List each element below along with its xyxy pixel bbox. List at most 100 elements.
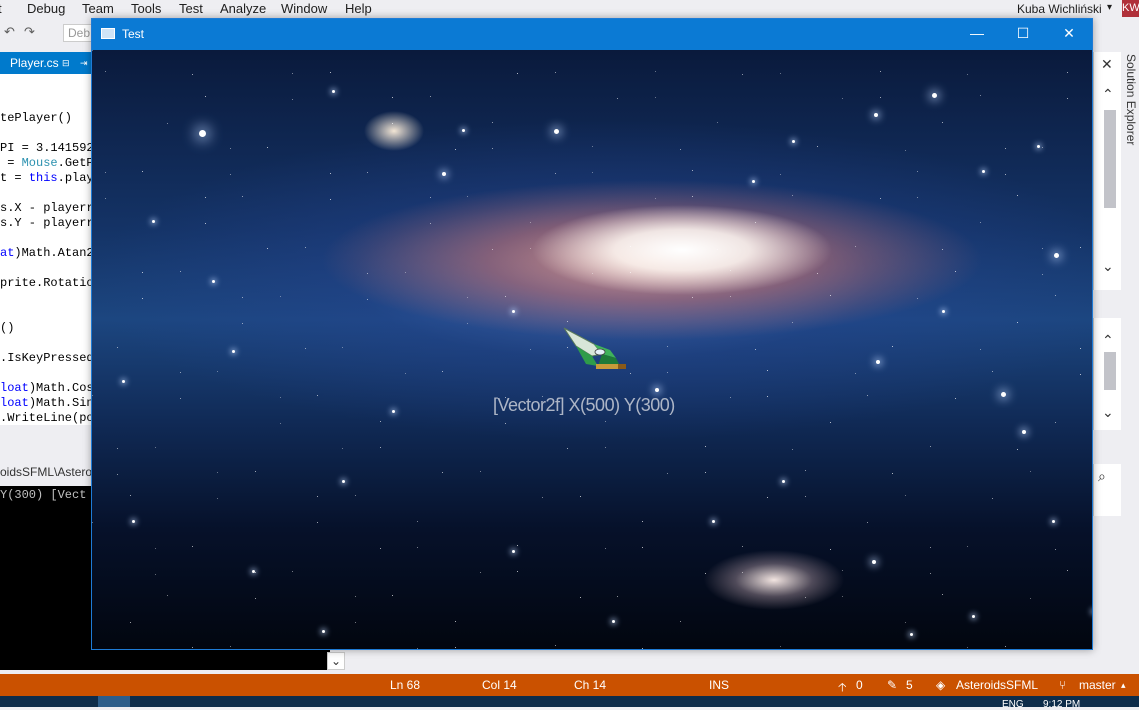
code-line[interactable]: tePlayer() <box>0 111 72 125</box>
star <box>232 350 235 353</box>
code-line[interactable]: s.X - playerrot <box>0 201 95 215</box>
scroll-down-button[interactable]: ⌄ <box>327 652 345 670</box>
menu-test[interactable]: Test <box>179 1 203 16</box>
menu-help[interactable]: Help <box>345 1 372 16</box>
star <box>355 622 356 623</box>
code-line[interactable]: at)Math.Atan2(d <box>0 246 95 260</box>
star <box>155 548 156 549</box>
scroll-down-icon[interactable]: ⌄ <box>1102 258 1114 275</box>
code-line[interactable]: t = this.player <box>0 171 95 185</box>
star <box>292 99 293 100</box>
scroll-up-icon[interactable]: ⌃ <box>1102 86 1114 103</box>
star <box>130 495 131 496</box>
code-line[interactable]: PI = 3.14159265 <box>0 141 95 155</box>
user-name[interactable]: Kuba Wichliński <box>1017 2 1102 16</box>
branch-icon[interactable]: ⑂ <box>1059 678 1066 692</box>
solution-explorer-panel: ✕ ⌃ ⌄ <box>1093 52 1121 290</box>
redo-icon[interactable]: ↷ <box>24 24 35 40</box>
star <box>212 280 215 283</box>
menu-window[interactable]: Window <box>281 1 327 16</box>
tab-player-cs[interactable]: Player.cs ⊟ ⇥ <box>0 52 92 74</box>
branch-name[interactable]: master <box>1079 678 1116 692</box>
star <box>105 71 106 72</box>
star <box>455 621 456 622</box>
star <box>755 222 756 223</box>
taskbar-language[interactable]: ENG <box>1002 699 1024 710</box>
scroll-up-icon[interactable]: ⌃ <box>1102 332 1114 349</box>
window-title-bar[interactable]: Test — ☐ ✕ <box>92 19 1092 50</box>
game-canvas[interactable]: [Vector2f] X(500) Y(300) <box>92 50 1092 649</box>
taskbar-clock[interactable]: 9:12 PM <box>1043 699 1080 710</box>
code-line[interactable]: .IsKeyPressed(K <box>0 351 95 365</box>
star <box>780 73 781 74</box>
close-button[interactable]: ✕ <box>1046 19 1092 50</box>
tab-overflow-icon[interactable]: ⇥ <box>80 52 88 74</box>
star <box>305 247 306 248</box>
console-line: Y(300) [Vect <box>0 488 86 502</box>
star <box>462 129 465 132</box>
star <box>605 421 606 422</box>
star <box>667 372 668 373</box>
code-line[interactable]: .WriteLine(pot <box>0 411 95 425</box>
star <box>630 246 631 247</box>
star <box>767 370 768 371</box>
changes-count[interactable]: 5 <box>906 678 913 692</box>
code-line[interactable]: = Mouse.GetPos <box>0 156 95 170</box>
scroll-down-icon[interactable]: ⌄ <box>1102 404 1114 421</box>
star <box>1042 147 1043 148</box>
menu-tools[interactable]: Tools <box>131 1 161 16</box>
solution-explorer-label[interactable]: Solution Explorer <box>1124 54 1138 145</box>
star <box>330 72 331 73</box>
menu-analyze[interactable]: Analyze <box>220 1 266 16</box>
star <box>830 422 831 423</box>
menu-file[interactable]: t <box>0 1 2 16</box>
code-editor[interactable]: tePlayer() PI = 3.14159265 = Mouse.GetPos… <box>0 74 95 425</box>
code-line[interactable]: loat)Math.Cos(D <box>0 381 95 395</box>
star <box>217 371 218 372</box>
star <box>512 310 515 313</box>
status-char[interactable]: Ch 14 <box>574 678 606 692</box>
code-line[interactable]: s.Y - playerrot <box>0 216 95 230</box>
star <box>917 171 918 172</box>
unpushed-count[interactable]: 0 <box>856 678 863 692</box>
repository-name[interactable]: AsteroidsSFML <box>956 678 1038 692</box>
code-line[interactable]: () <box>0 321 14 335</box>
star <box>742 572 743 573</box>
star <box>555 173 556 174</box>
star <box>567 321 568 322</box>
star <box>712 520 715 523</box>
maximize-button[interactable]: ☐ <box>1000 19 1046 50</box>
scrollbar-thumb[interactable] <box>1104 352 1116 390</box>
user-dropdown-icon[interactable]: ▾ <box>1107 2 1112 13</box>
star <box>880 97 881 98</box>
status-line[interactable]: Ln 68 <box>390 678 420 692</box>
status-insert-mode[interactable]: INS <box>709 678 729 692</box>
star <box>680 149 681 150</box>
search-icon[interactable]: ⌕ <box>1098 468 1106 485</box>
star <box>142 298 143 299</box>
undo-icon[interactable]: ↶ <box>4 24 15 40</box>
menu-team[interactable]: Team <box>82 1 114 16</box>
scrollbar-thumb[interactable] <box>1104 110 1116 208</box>
minimize-button[interactable]: — <box>954 19 1000 50</box>
code-line[interactable]: prite.Rotation <box>0 276 95 290</box>
taskbar-active-app[interactable] <box>98 696 130 707</box>
avatar[interactable]: KW <box>1122 0 1139 17</box>
code-line[interactable]: loat)Math.Sin(D <box>0 396 95 410</box>
close-icon[interactable]: ✕ <box>1101 56 1113 73</box>
branch-menu-icon[interactable]: ▴ <box>1121 680 1126 691</box>
star <box>1017 195 1018 196</box>
repo-icon[interactable]: ◈ <box>936 678 945 692</box>
menu-debug[interactable]: Debug <box>27 1 65 16</box>
star <box>392 410 395 413</box>
status-column[interactable]: Col 14 <box>482 678 517 692</box>
star <box>1001 392 1006 397</box>
star <box>280 296 281 297</box>
star <box>267 248 268 249</box>
star <box>132 520 135 523</box>
star <box>1080 348 1081 349</box>
star <box>430 96 431 97</box>
star <box>467 196 468 197</box>
pin-icon[interactable]: ⊟ <box>62 52 70 74</box>
pencil-icon[interactable]: ✎ <box>887 678 897 692</box>
